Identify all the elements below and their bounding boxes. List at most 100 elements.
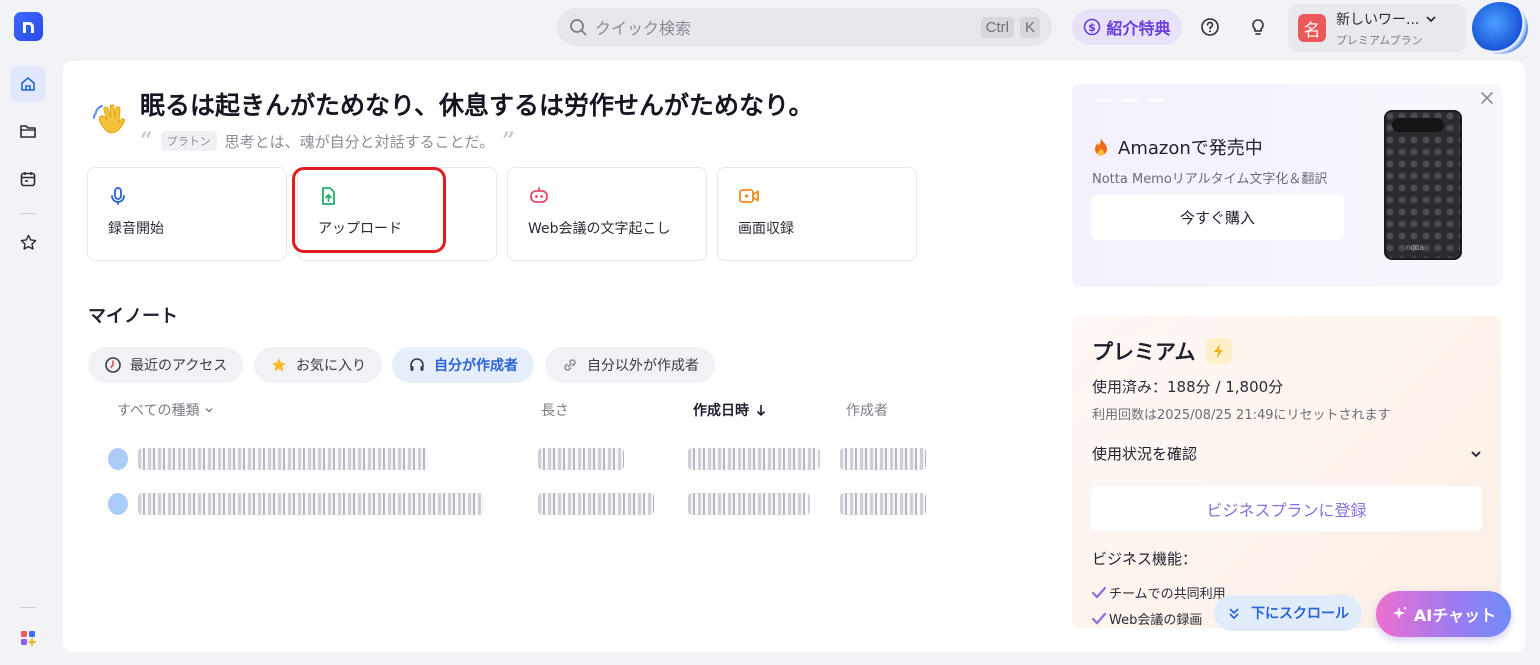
search-icon bbox=[569, 18, 587, 36]
type-column-label: すべての種類 bbox=[117, 403, 200, 419]
creator-column-header[interactable]: 作成者 bbox=[846, 400, 888, 420]
screen-record-card[interactable]: 画面収録 bbox=[717, 167, 917, 261]
double-chevron-down-icon bbox=[1227, 606, 1241, 620]
scroll-down-label: 下にスクロール bbox=[1251, 606, 1349, 622]
chevron-down-icon bbox=[1425, 13, 1437, 25]
greeting-title: 眠るは起きんがためなり、休息するは労作せんがためなり。 bbox=[140, 91, 814, 120]
filter-recent-access[interactable]: 最近のアクセス bbox=[88, 347, 244, 383]
upload-highlight-box bbox=[292, 167, 446, 253]
chevron-down-icon bbox=[204, 405, 214, 415]
workspace-switcher[interactable]: 名 新しいワー... プレミアムプラン bbox=[1288, 4, 1466, 52]
business-plan-button[interactable]: ビジネスプランに登録 bbox=[1091, 486, 1482, 531]
type-filter-dropdown[interactable]: すべての種類 bbox=[117, 400, 214, 420]
help-icon[interactable] bbox=[1197, 14, 1223, 40]
calendar-icon bbox=[19, 170, 37, 188]
quick-search[interactable]: クイック検索 Ctrl K bbox=[557, 8, 1052, 46]
headphones-icon bbox=[408, 356, 426, 374]
ai-chat-button[interactable]: AIチャット bbox=[1376, 591, 1511, 637]
svg-text:$: $ bbox=[1089, 21, 1097, 34]
promo-title: Amazonで発売中 bbox=[1118, 138, 1263, 159]
reset-notice: 利用回数は2025/08/25 21:49にリセットされます bbox=[1092, 408, 1391, 423]
screen-record-label: 画面収録 bbox=[738, 221, 794, 237]
redacted-date bbox=[688, 448, 820, 470]
web-meeting-label: Web会議の文字起こし bbox=[528, 221, 671, 237]
shortcut-key-k: K bbox=[1019, 16, 1040, 38]
star-icon bbox=[270, 356, 288, 374]
premium-plan-panel: プレミアム 使用済み：188分 / 1,800分 利用回数は2025/08/25… bbox=[1072, 316, 1501, 628]
filter-others-label: 自分以外が作成者 bbox=[587, 358, 699, 374]
workspace-name: 新しいワー... bbox=[1336, 11, 1420, 28]
waving-hand-icon bbox=[92, 98, 134, 140]
check-icon bbox=[1092, 586, 1106, 599]
check-usage-toggle[interactable]: 使用状況を確認 bbox=[1092, 443, 1482, 464]
table-row[interactable] bbox=[108, 491, 928, 517]
note-type-icon bbox=[108, 448, 128, 470]
quote-text: 思考とは、魂が自分と対話することだ。 bbox=[224, 132, 495, 151]
table-row[interactable] bbox=[108, 446, 928, 472]
business-features-title: ビジネス機能： bbox=[1092, 550, 1198, 568]
lightning-icon bbox=[1205, 338, 1232, 364]
sidebar-favorites[interactable] bbox=[10, 224, 46, 260]
redacted-note-title bbox=[138, 448, 428, 470]
arrow-down-icon bbox=[755, 403, 767, 417]
meeting-bot-icon bbox=[528, 186, 686, 206]
device-brand-text: notta bbox=[1406, 243, 1424, 252]
redacted-date bbox=[688, 493, 810, 515]
filter-created-by-me[interactable]: 自分が作成者 bbox=[392, 347, 534, 383]
user-avatar[interactable] bbox=[1472, 2, 1528, 54]
sidebar-divider bbox=[20, 213, 36, 214]
web-meeting-transcribe-card[interactable]: Web会議の文字起こし bbox=[507, 167, 707, 261]
close-quote-icon: ” bbox=[502, 128, 515, 154]
apps-icon bbox=[19, 629, 37, 647]
referral-button[interactable]: $ 紹介特典 bbox=[1072, 9, 1182, 45]
feature-item: Web会議の録画 bbox=[1092, 609, 1202, 628]
scroll-down-button[interactable]: 下にスクロール bbox=[1214, 595, 1362, 631]
clock-icon bbox=[104, 356, 122, 374]
sidebar-divider-bottom bbox=[20, 607, 36, 608]
filter-favorites-label: お気に入り bbox=[296, 358, 366, 374]
open-quote-icon: “ bbox=[140, 128, 153, 154]
ai-chat-label: AIチャット bbox=[1413, 606, 1497, 625]
redacted-length bbox=[538, 448, 624, 470]
sidebar-apps[interactable] bbox=[10, 620, 46, 656]
record-start-card[interactable]: 録音開始 bbox=[87, 167, 287, 261]
filter-created-by-me-label: 自分が作成者 bbox=[434, 358, 518, 374]
microphone-icon bbox=[108, 186, 266, 206]
sidebar-folders[interactable] bbox=[10, 113, 46, 149]
sparkle-icon bbox=[1391, 605, 1409, 623]
workspace-plan: プレミアムプラン bbox=[1336, 33, 1423, 47]
sidebar-home[interactable] bbox=[10, 66, 46, 102]
link-icon bbox=[561, 356, 579, 374]
redacted-note-title bbox=[138, 493, 483, 515]
quote-author: プラトン bbox=[160, 131, 217, 151]
workspace-avatar: 名 bbox=[1298, 14, 1326, 42]
filter-favorites[interactable]: お気に入り bbox=[254, 347, 382, 383]
search-placeholder: クイック検索 bbox=[595, 19, 692, 38]
note-type-icon bbox=[108, 493, 128, 515]
referral-label: 紹介特典 bbox=[1106, 19, 1171, 38]
my-notes-title: マイノート bbox=[88, 306, 178, 327]
check-icon bbox=[1092, 612, 1106, 625]
buy-now-button[interactable]: 今すぐ購入 bbox=[1091, 195, 1344, 240]
fire-icon bbox=[1092, 137, 1110, 157]
carousel-indicator[interactable] bbox=[1096, 99, 1164, 102]
premium-title: プレミアム bbox=[1092, 340, 1196, 364]
notta-memo-device-image: notta bbox=[1384, 110, 1462, 260]
close-icon[interactable] bbox=[1479, 90, 1495, 106]
filter-created-by-others[interactable]: 自分以外が作成者 bbox=[545, 347, 715, 383]
amazon-promo-banner: Amazonで発売中 Notta Memoリアルタイム文字化＆翻訳 今すぐ購入 … bbox=[1072, 84, 1502, 287]
redacted-creator bbox=[840, 448, 926, 470]
length-column-header[interactable]: 長さ bbox=[541, 400, 569, 420]
feature-label: Web会議の録画 bbox=[1109, 613, 1203, 628]
feature-label: チームでの共同利用 bbox=[1109, 587, 1226, 602]
lightbulb-icon[interactable] bbox=[1245, 14, 1271, 40]
record-start-label: 録音開始 bbox=[108, 221, 164, 237]
sidebar-calendar[interactable] bbox=[10, 161, 46, 197]
redacted-creator bbox=[840, 493, 926, 515]
usage-summary: 使用済み：188分 / 1,800分 bbox=[1092, 378, 1284, 396]
redacted-length bbox=[538, 493, 654, 515]
dollar-icon: $ bbox=[1083, 18, 1101, 36]
created-date-column-header[interactable]: 作成日時 bbox=[693, 400, 767, 420]
notta-logo[interactable] bbox=[14, 12, 43, 41]
star-outline-icon bbox=[19, 233, 38, 252]
